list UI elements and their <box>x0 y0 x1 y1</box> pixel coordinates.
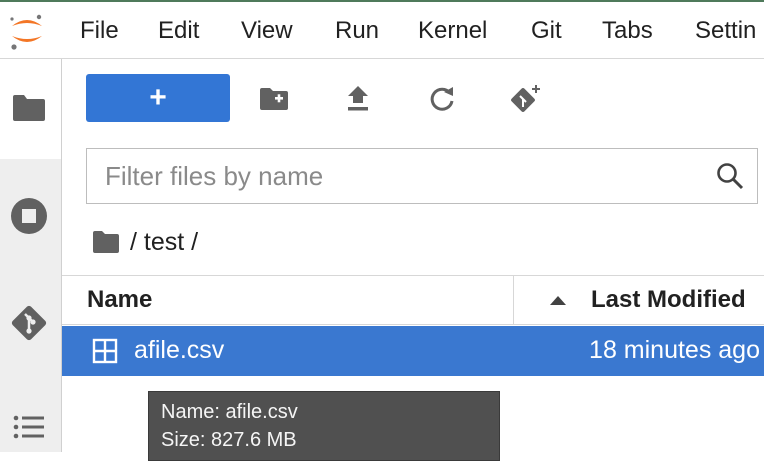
jupyter-logo-icon <box>6 10 48 52</box>
folder-icon <box>13 95 45 121</box>
sort-ascending-icon <box>550 296 566 305</box>
left-sidebar <box>0 59 62 452</box>
breadcrumb-path[interactable]: / test / <box>130 228 198 257</box>
tooltip-name-line: Name: afile.csv <box>161 401 298 423</box>
file-last-modified: 18 minutes ago <box>589 336 760 364</box>
stop-circle-icon <box>11 198 47 234</box>
filter-box <box>86 148 758 204</box>
menu-tabs[interactable]: Tabs <box>602 16 653 46</box>
menu-git[interactable]: Git <box>531 16 562 46</box>
sidebar-git-tab[interactable] <box>8 302 50 344</box>
menu-run[interactable]: Run <box>335 16 379 46</box>
menu-bar: File Edit View Run Kernel Git Tabs Setti… <box>0 2 764 59</box>
upload-icon <box>348 86 368 111</box>
menu-kernel[interactable]: Kernel <box>418 16 487 46</box>
new-folder-button[interactable] <box>254 79 294 119</box>
sidebar-running-tab[interactable] <box>8 195 50 237</box>
menu-view[interactable]: View <box>241 16 293 46</box>
new-launcher-button[interactable]: + <box>86 74 230 122</box>
file-row[interactable]: afile.csv 18 minutes ago <box>62 326 764 376</box>
file-list-header: Name Last Modified <box>62 275 764 325</box>
column-header-last-modified[interactable]: Last Modified <box>591 286 746 314</box>
sidebar-file-browser-tab[interactable] <box>8 87 50 129</box>
home-folder-icon[interactable] <box>92 230 120 254</box>
file-name: afile.csv <box>134 336 225 364</box>
menu-edit[interactable]: Edit <box>158 16 199 46</box>
refresh-button[interactable] <box>422 79 462 119</box>
list-icon <box>13 415 44 439</box>
git-clone-button[interactable] <box>506 79 546 119</box>
sidebar-toc-tab[interactable] <box>8 406 50 448</box>
tooltip-size-line: Size: 827.6 MB <box>161 429 297 451</box>
refresh-icon <box>430 87 454 111</box>
upload-button[interactable] <box>338 79 378 119</box>
column-header-name[interactable]: Name <box>87 286 152 314</box>
new-folder-icon <box>260 88 288 110</box>
menu-settings[interactable]: Settin <box>695 16 756 46</box>
search-icon[interactable] <box>715 161 745 191</box>
plus-icon: + <box>149 81 167 114</box>
git-clone-icon <box>511 85 540 112</box>
column-divider[interactable] <box>513 276 514 324</box>
breadcrumb: / test / <box>92 224 198 260</box>
file-tooltip: Name: afile.csv Size: 827.6 MB <box>148 391 500 461</box>
spreadsheet-icon <box>92 338 118 364</box>
menu-file[interactable]: File <box>80 16 119 46</box>
git-icon <box>11 305 47 341</box>
filter-files-input[interactable] <box>105 159 695 193</box>
